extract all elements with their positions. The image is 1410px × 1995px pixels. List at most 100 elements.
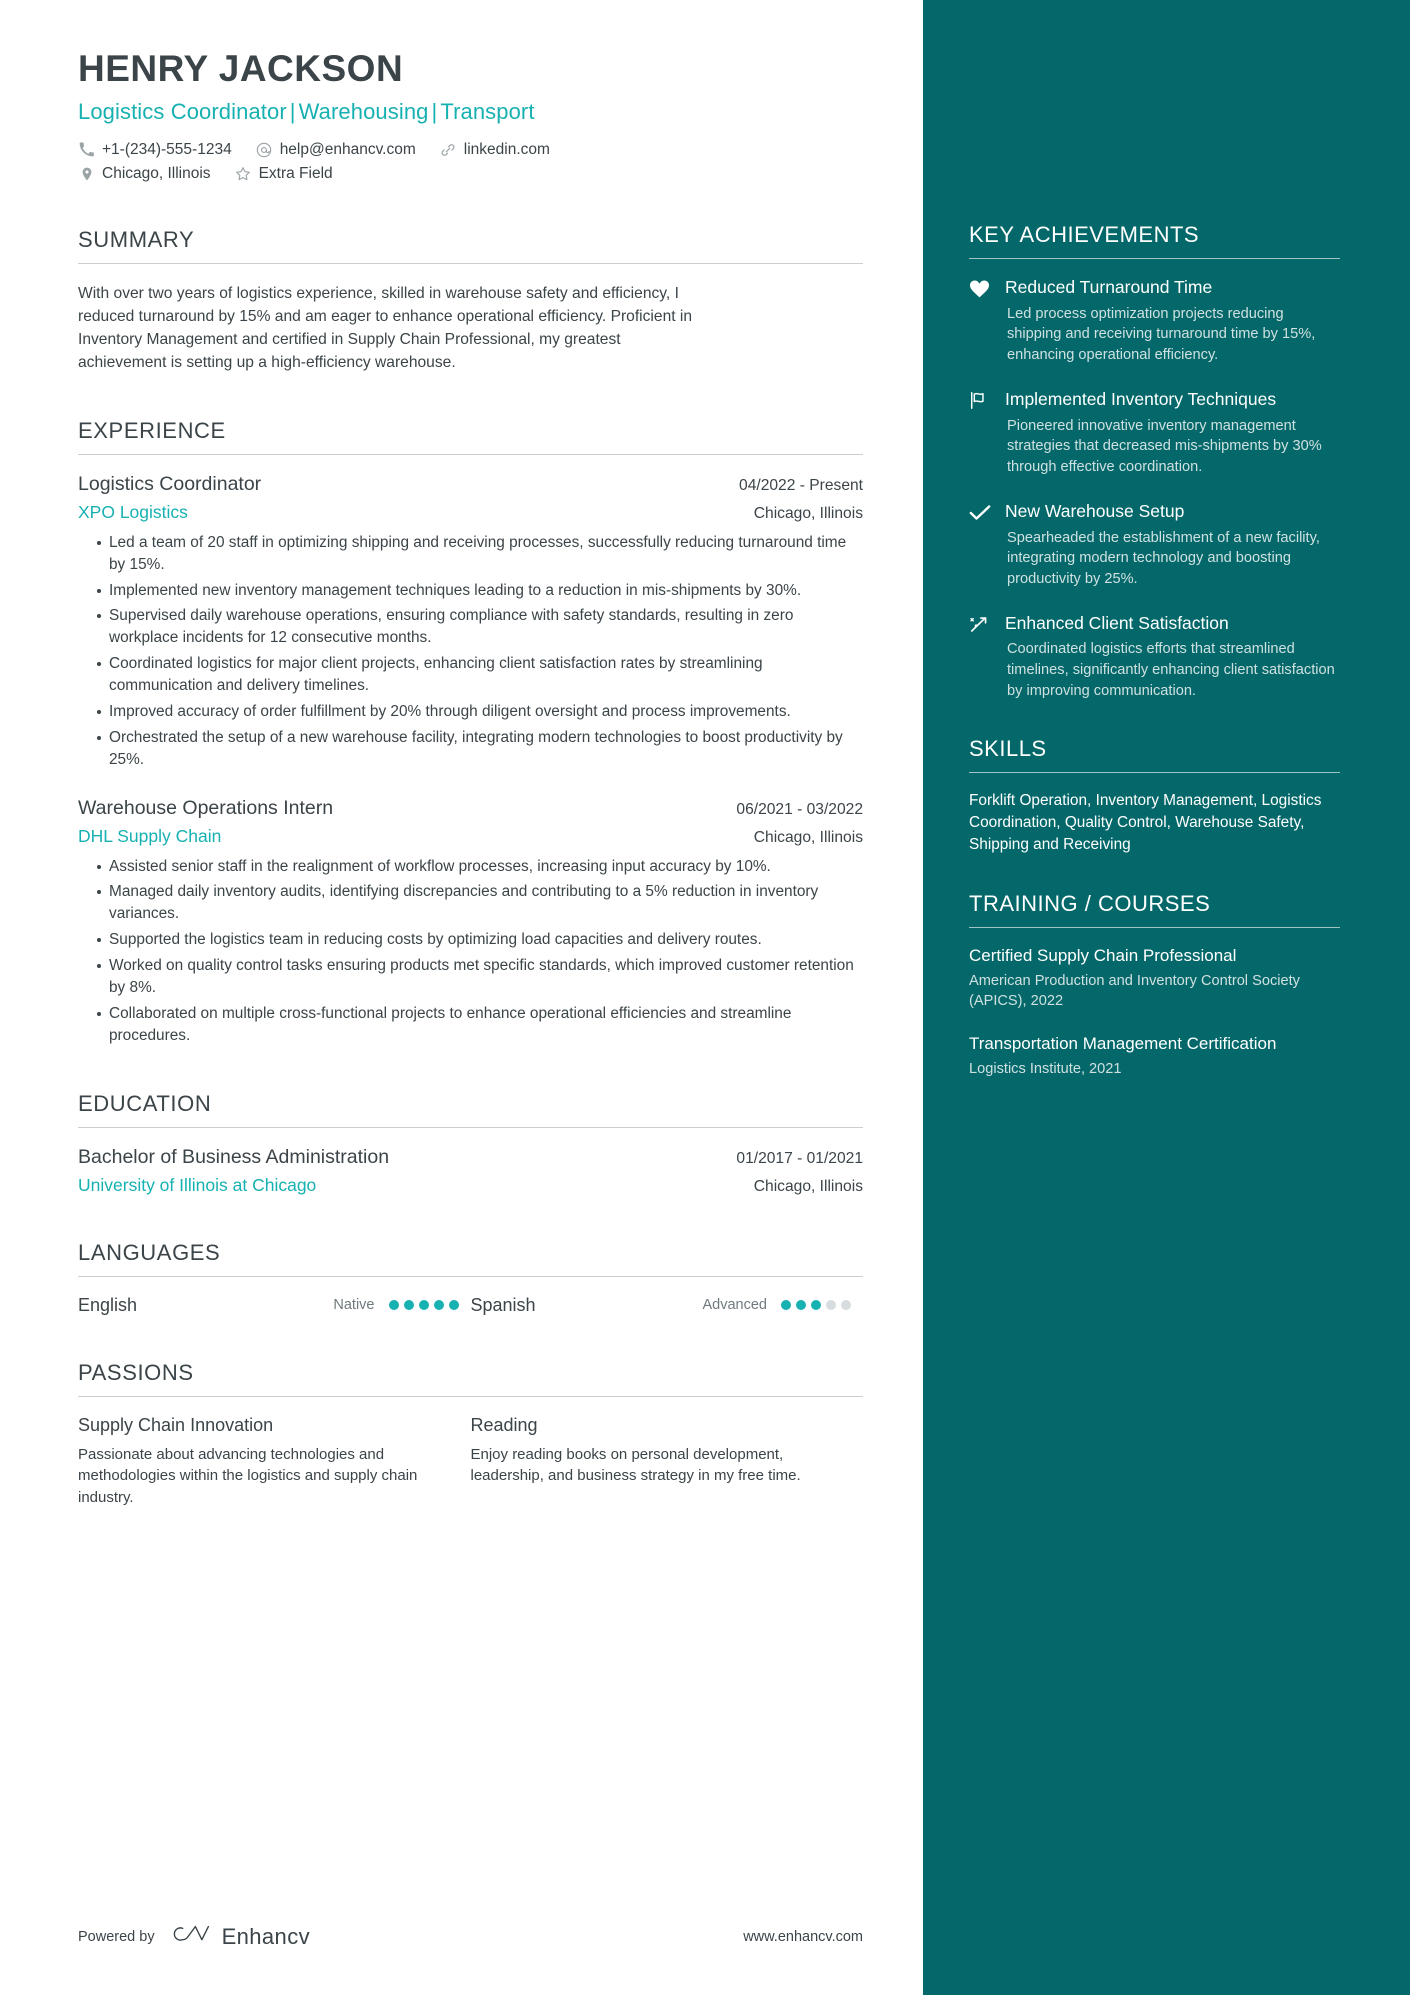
link-icon (440, 141, 457, 158)
experience-bullet: Managed daily inventory audits, identify… (97, 881, 863, 925)
experience-entry-header: Warehouse Operations Intern 06/2021 - 03… (78, 797, 863, 820)
education-dates: 01/2017 - 01/2021 (736, 1149, 863, 1167)
check-icon (969, 500, 995, 590)
section-skills: SKILLS Forklift Operation, Inventory Man… (969, 736, 1340, 857)
contact-phone-text: +1-(234)-555-1234 (102, 140, 232, 158)
achievement-description: Pioneered innovative inventory managemen… (1007, 417, 1322, 476)
experience-bullet: Coordinated logistics for major client p… (97, 653, 863, 697)
main-column: HENRY JACKSON Logistics Coordinator | Ware… (0, 0, 923, 1995)
experience-location: Chicago, Illinois (753, 504, 863, 522)
course-item: Transportation Management Certification … (969, 1033, 1340, 1079)
rating-dot (448, 1300, 459, 1311)
language-level: Native (333, 1297, 375, 1314)
contact-row-secondary: Chicago, Illinois Extra Field (78, 165, 863, 183)
experience-entry: Logistics Coordinator 04/2022 - Present … (78, 473, 863, 771)
education-entry: Bachelor of Business Administration 01/2… (78, 1146, 863, 1196)
headline-separator-2: | (431, 98, 438, 124)
sidebar: KEY ACHIEVEMENTS Reduced Turnaround Time… (923, 0, 1410, 1995)
experience-bullet: Collaborated on multiple cross-functiona… (97, 1003, 863, 1047)
rating-dot (811, 1300, 821, 1311)
achievement-body: New Warehouse Setup Spearheaded the esta… (995, 500, 1340, 590)
rocket-trend-icon (969, 612, 995, 702)
rating-dot (418, 1300, 429, 1311)
experience-location: Chicago, Illinois (753, 828, 863, 846)
section-passions: PASSIONS Supply Chain Innovation Passion… (78, 1360, 863, 1509)
languages-grid: English Native Spanish Advanced (78, 1295, 863, 1316)
passions-grid: Supply Chain Innovation Passionate about… (78, 1415, 863, 1509)
language-rating-dots (388, 1300, 459, 1311)
languages-heading: LANGUAGES (78, 1239, 221, 1265)
rating-dot (841, 1300, 851, 1311)
contact-phone[interactable]: +1-(234)-555-1234 (78, 141, 232, 159)
section-key-achievements: KEY ACHIEVEMENTS Reduced Turnaround Time… (969, 222, 1340, 702)
experience-bullet-list: Led a team of 20 staff in optimizing shi… (78, 532, 863, 771)
headline-part-3: Transport (440, 98, 535, 124)
achievement-body: Reduced Turnaround Time Led process opti… (995, 276, 1340, 366)
summary-heading: SUMMARY (78, 226, 195, 252)
experience-dates: 06/2021 - 03/2022 (736, 800, 863, 818)
language-item: Spanish Advanced (471, 1295, 864, 1316)
education-entry-header: Bachelor of Business Administration 01/2… (78, 1146, 863, 1169)
passion-name: Reading (470, 1414, 538, 1435)
resume-page: HENRY JACKSON Logistics Coordinator | Ware… (0, 0, 1410, 1995)
phone-icon (78, 141, 95, 158)
language-name: English (78, 1294, 138, 1315)
experience-position: Warehouse Operations Intern (78, 796, 334, 819)
experience-bullet: Led a team of 20 staff in optimizing shi… (97, 532, 863, 576)
powered-by-block: Powered by Enhancv (78, 1922, 310, 1951)
passion-description: Passionate about advancing technologies … (78, 1445, 418, 1506)
experience-entry: Warehouse Operations Intern 06/2021 - 03… (78, 797, 863, 1047)
experience-entry-subheader: DHL Supply Chain Chicago, Illinois (78, 826, 863, 847)
section-languages: LANGUAGES English Native Spanish Advance… (78, 1240, 863, 1316)
achievement-title: Enhanced Client Satisfaction (1005, 612, 1229, 633)
powered-by-label: Powered by (78, 1928, 155, 1945)
experience-bullet: Implemented new inventory management tec… (97, 580, 863, 602)
passion-item: Supply Chain Innovation Passionate about… (78, 1415, 471, 1509)
language-level: Advanced (702, 1297, 768, 1314)
education-school: University of Illinois at Chicago (78, 1174, 317, 1195)
language-name: Spanish (470, 1294, 536, 1315)
experience-company: DHL Supply Chain (78, 825, 222, 846)
rating-dot (403, 1300, 414, 1311)
candidate-name: HENRY JACKSON (78, 48, 404, 89)
achievement-item: Implemented Inventory Techniques Pioneer… (969, 388, 1340, 478)
enhancv-logo-icon (171, 1922, 211, 1951)
languages-divider (78, 1275, 863, 1277)
achievement-description: Led process optimization projects reduci… (1007, 305, 1316, 364)
skills-text: Forklift Operation, Inventory Management… (969, 791, 1322, 854)
experience-position: Logistics Coordinator (78, 472, 262, 495)
experience-bullet: Supervised daily warehouse operations, e… (97, 605, 863, 649)
experience-heading: EXPERIENCE (78, 417, 226, 443)
skills-divider (969, 771, 1340, 773)
education-entry-subheader: University of Illinois at Chicago Chicag… (78, 1175, 863, 1196)
experience-bullet: Supported the logistics team in reducing… (97, 929, 863, 951)
candidate-headline: Logistics Coordinator | Warehousing | Transp… (78, 99, 863, 125)
passions-divider (78, 1395, 863, 1397)
experience-bullet: Assisted senior staff in the realignment… (97, 856, 863, 878)
education-divider (78, 1126, 863, 1128)
flag-icon (969, 388, 995, 478)
contact-location: Chicago, Illinois (78, 165, 211, 183)
experience-bullet: Improved accuracy of order fulfillment b… (97, 701, 863, 723)
course-name: Transportation Management Certification (969, 1033, 1277, 1053)
section-experience: EXPERIENCE Logistics Coordinator 04/2022… (78, 418, 863, 1047)
achievement-item: Reduced Turnaround Time Led process opti… (969, 276, 1340, 366)
rating-dot (388, 1300, 399, 1311)
experience-bullet-list: Assisted senior staff in the realignment… (78, 856, 863, 1047)
contact-location-text: Chicago, Illinois (102, 164, 211, 182)
rating-dot (826, 1300, 836, 1311)
heart-icon (969, 276, 995, 366)
contact-linkedin[interactable]: linkedin.com (440, 141, 550, 159)
contact-extra-field-text: Extra Field (258, 164, 333, 182)
education-degree: Bachelor of Business Administration (78, 1145, 390, 1168)
email-icon (256, 141, 273, 158)
rating-dot (781, 1300, 791, 1311)
enhancv-brand-name: Enhancv (221, 1923, 310, 1949)
contact-email[interactable]: help@enhancv.com (256, 141, 416, 159)
footer-website-url: www.enhancv.com (743, 1928, 863, 1945)
achievement-title: New Warehouse Setup (1005, 500, 1185, 521)
star-icon (235, 165, 252, 182)
summary-divider (78, 262, 863, 264)
experience-bullet: Worked on quality control tasks ensuring… (97, 955, 863, 999)
contact-details: +1-(234)-555-1234 help@enhancv.com linke… (78, 141, 863, 183)
